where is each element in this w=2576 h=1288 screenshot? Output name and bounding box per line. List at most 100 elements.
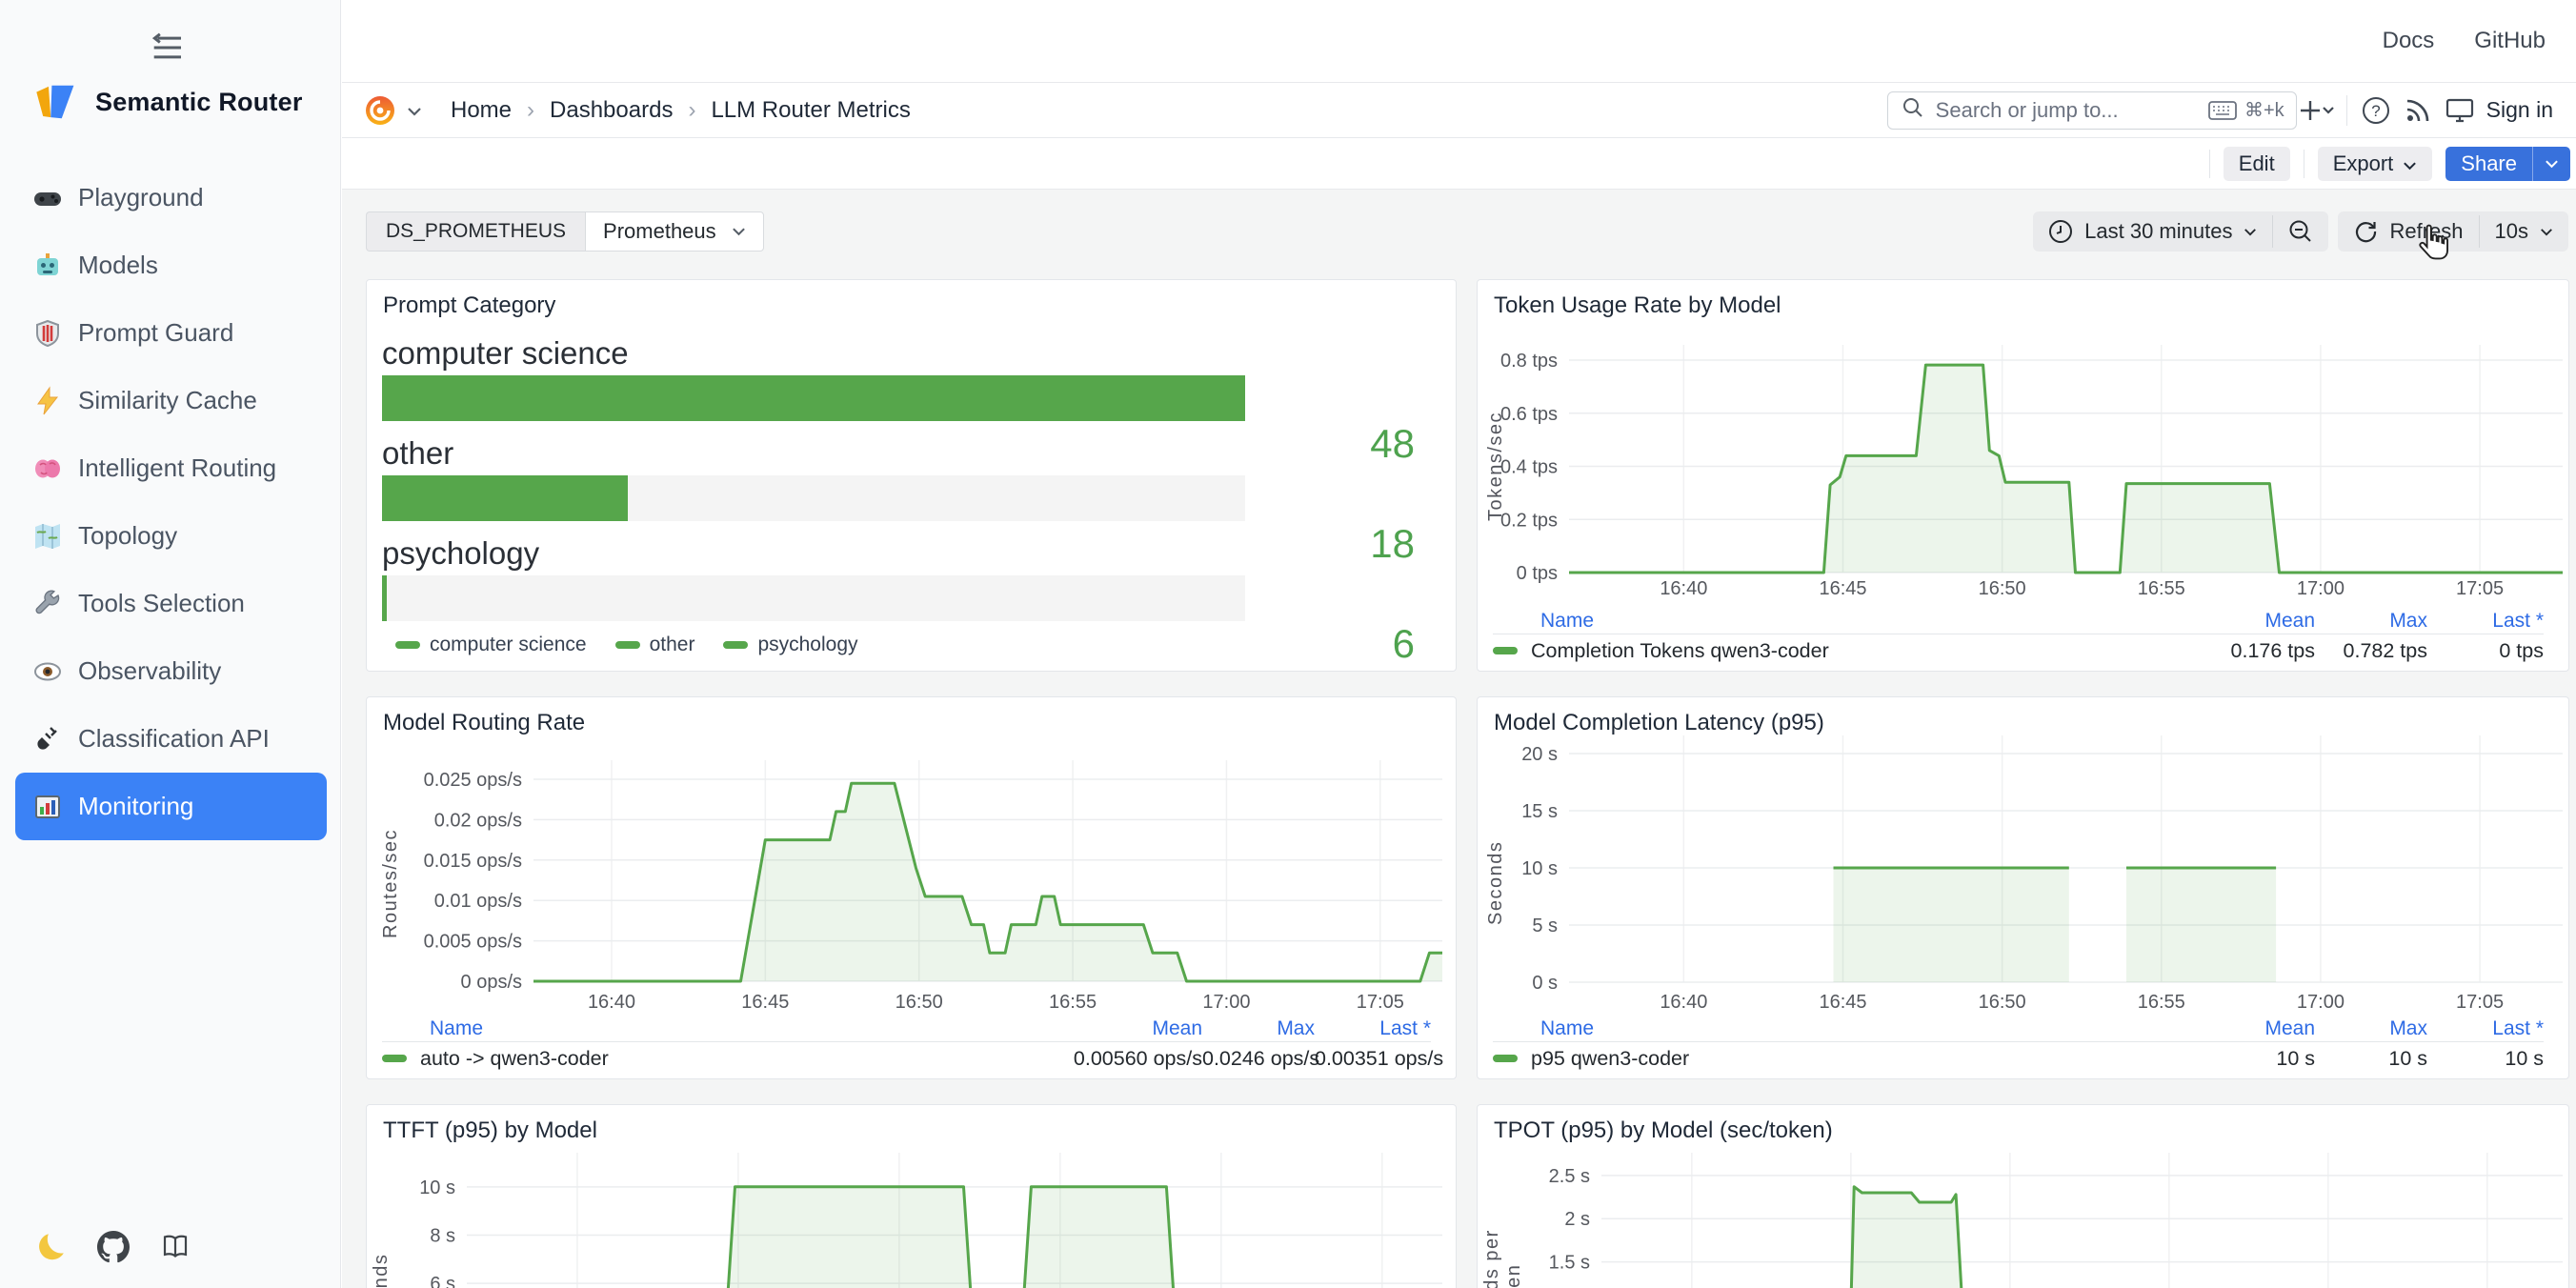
svg-text:0.8 tps: 0.8 tps: [1500, 351, 1558, 372]
panel-title[interactable]: Token Usage Rate by Model: [1494, 292, 1781, 319]
panel-legend: Name Mean Max Last * auto -> qwen3-coder…: [382, 1016, 1431, 1075]
legend-row: p95 qwen3-coder 10 s 10 s 10 s: [1493, 1042, 2544, 1075]
gauge-label: other: [382, 432, 1440, 475]
panel-title[interactable]: Prompt Category: [383, 292, 555, 319]
monitor-icon[interactable]: [2439, 90, 2481, 131]
legend-header: Name Mean Max Last *: [382, 1016, 1431, 1042]
svg-text:17:00: 17:00: [2297, 578, 2345, 599]
sidebar-item-topology[interactable]: Topology: [15, 502, 327, 570]
panel-ttft: TTFT (p95) by Model Seconds 10 s8 s6 s: [366, 1104, 1457, 1288]
gauge-label: computer science: [382, 332, 1440, 375]
grafana-navbar: Home › Dashboards › LLM Router Metrics S…: [342, 83, 2576, 138]
github-link[interactable]: GitHub: [2474, 28, 2546, 54]
series-color-dash: [382, 1055, 407, 1062]
sidebar-item-intelligent-routing[interactable]: Intelligent Routing: [15, 434, 327, 502]
gauge-value: 6: [1300, 621, 1415, 667]
svg-text:0.025 ops/s: 0.025 ops/s: [424, 770, 522, 791]
zoom-out-button[interactable]: [2273, 211, 2328, 252]
panel-prompt-category: Prompt Category computer science48other1…: [366, 279, 1457, 672]
moon-icon[interactable]: [34, 1231, 67, 1263]
shield-icon: [32, 318, 63, 349]
series-color-dash: [1493, 647, 1518, 654]
gamepad-icon: [32, 183, 63, 213]
panel-token-usage: Token Usage Rate by Model Tokens/sec 16:…: [1477, 279, 2569, 672]
legend-item[interactable]: computer science: [395, 634, 587, 656]
brand-name: Semantic Router: [95, 88, 303, 117]
app-sidebar: Semantic Router Playground ModelsPrompt G…: [0, 0, 341, 1288]
sign-in-button[interactable]: Sign in: [2486, 97, 2553, 123]
share-dropdown-button[interactable]: [2532, 147, 2570, 181]
panel-title[interactable]: Model Routing Rate: [383, 710, 585, 736]
divider: [2346, 95, 2347, 126]
svg-text:16:55: 16:55: [2138, 578, 2185, 599]
dashboard-canvas: DS_PROMETHEUS Prometheus Last 30 minutes: [342, 190, 2576, 1288]
legend-header: Name Mean Max Last *: [1493, 608, 2544, 634]
gauge-track: [382, 375, 1245, 421]
svg-text:10 s: 10 s: [419, 1177, 455, 1198]
robot-icon: [32, 251, 63, 281]
svg-text:16:55: 16:55: [1049, 992, 1097, 1013]
wrench-icon: [32, 589, 63, 619]
legend-item[interactable]: psychology: [723, 634, 857, 656]
sidebar-item-similarity-cache[interactable]: Similarity Cache: [15, 367, 327, 434]
book-icon[interactable]: [160, 1231, 192, 1263]
news-rss-icon[interactable]: [2397, 90, 2439, 131]
sidebar-item-monitoring[interactable]: Monitoring: [15, 773, 327, 840]
datasource-select[interactable]: Prometheus: [585, 211, 764, 252]
svg-text:0 ops/s: 0 ops/s: [461, 972, 522, 993]
sidebar-item-playground[interactable]: Playground: [15, 164, 327, 231]
refresh-group: Refresh 10s: [2338, 211, 2568, 252]
sidebar-item-label: Playground: [78, 183, 204, 212]
panel-title[interactable]: TTFT (p95) by Model: [383, 1117, 597, 1144]
map-icon: [32, 521, 63, 552]
svg-text:15 s: 15 s: [1521, 801, 1558, 822]
sidebar-item-label: Similarity Cache: [78, 386, 257, 415]
search-icon: [1902, 96, 1924, 124]
add-menu-button[interactable]: [2297, 90, 2339, 131]
breadcrumb-dashboards[interactable]: Dashboards: [550, 97, 673, 124]
svg-text:17:05: 17:05: [2456, 578, 2504, 599]
gauge-track: [382, 575, 1245, 621]
time-range-picker[interactable]: Last 30 minutes: [2033, 211, 2272, 252]
legend-item[interactable]: other: [615, 634, 695, 656]
search-input[interactable]: Search or jump to... ⌘+k: [1887, 91, 2297, 130]
refresh-button[interactable]: Refresh: [2338, 211, 2478, 252]
grafana-logo-icon[interactable]: [363, 93, 397, 128]
refresh-interval-select[interactable]: 10s: [2480, 211, 2568, 252]
sidebar-item-models[interactable]: Models: [15, 231, 327, 299]
panel-tpot: TPOT (p95) by Model (sec/token) Seconds …: [1477, 1104, 2569, 1288]
sidebar-item-tools-selection[interactable]: Tools Selection: [15, 570, 327, 637]
brand: Semantic Router: [34, 82, 303, 122]
svg-text:6 s: 6 s: [430, 1274, 455, 1288]
keyboard-icon: [2208, 101, 2237, 120]
svg-text:0.2 tps: 0.2 tps: [1500, 510, 1558, 531]
gauge-label: psychology: [382, 532, 1440, 575]
github-icon[interactable]: [97, 1231, 130, 1263]
panel-title[interactable]: TPOT (p95) by Model (sec/token): [1494, 1117, 1833, 1144]
svg-text:17:00: 17:00: [1202, 992, 1250, 1013]
series-color-dash: [395, 641, 420, 649]
sidebar-nav: Playground ModelsPrompt Guard Similarity C…: [0, 164, 340, 840]
panel-title[interactable]: Model Completion Latency (p95): [1494, 710, 1824, 736]
svg-text:0 s: 0 s: [1532, 973, 1558, 994]
share-button[interactable]: Share: [2445, 147, 2532, 181]
svg-text:0 tps: 0 tps: [1517, 563, 1558, 584]
gauge-row: other18: [382, 432, 1440, 521]
dashboard-actions-row: Edit Export Share: [342, 138, 2576, 190]
search-placeholder: Search or jump to...: [1936, 98, 2208, 123]
breadcrumb-home[interactable]: Home: [451, 97, 512, 124]
help-icon[interactable]: ?: [2355, 90, 2397, 131]
export-button[interactable]: Export: [2318, 147, 2433, 181]
sidebar-collapse-icon[interactable]: [145, 32, 187, 63]
sidebar-item-classification-api[interactable]: Classification API: [15, 705, 327, 773]
series-color-dash: [1493, 1055, 1518, 1062]
svg-text:16:55: 16:55: [2138, 992, 2185, 1013]
gauge-value: 18: [1300, 521, 1415, 567]
sidebar-item-observability[interactable]: Observability: [15, 637, 327, 705]
edit-button[interactable]: Edit: [2224, 147, 2290, 181]
sidebar-item-prompt-guard[interactable]: Prompt Guard: [15, 299, 327, 367]
svg-text:5 s: 5 s: [1532, 916, 1558, 936]
docs-link[interactable]: Docs: [2383, 28, 2435, 54]
sidebar-item-label: Monitoring: [78, 792, 193, 821]
chevron-down-icon[interactable]: [407, 104, 422, 121]
